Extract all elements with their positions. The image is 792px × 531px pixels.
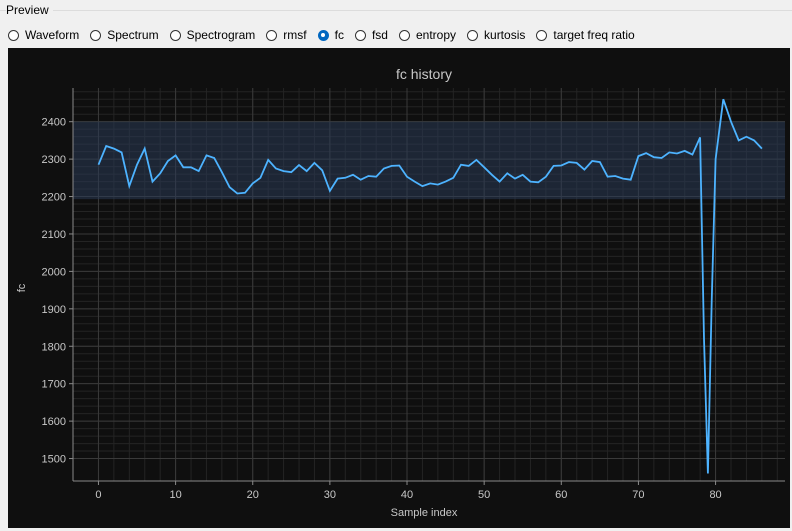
y-tick-label: 1700 [42, 379, 66, 391]
radio-kurtosis[interactable]: kurtosis [467, 28, 525, 42]
view-selector: Waveform Spectrum Spectrogram rmsf fc fsd entr… [8, 26, 646, 44]
radio-label: target freq ratio [553, 28, 635, 42]
y-tick-label: 1800 [42, 341, 66, 353]
x-tick-label: 30 [324, 489, 336, 501]
plot-background [8, 48, 790, 528]
radio-label: kurtosis [484, 28, 526, 42]
radio-entropy[interactable]: entropy [398, 28, 457, 42]
x-tick-label: 10 [169, 489, 181, 501]
radio-label: Spectrogram [186, 28, 256, 42]
radio-indicator [169, 29, 181, 41]
x-tick-label: 70 [632, 489, 644, 501]
radio-indicator [266, 29, 278, 41]
radio-label: Spectrum [107, 28, 159, 42]
radio-waveform[interactable]: Waveform [8, 28, 79, 42]
x-axis-label: Sample index [391, 507, 458, 519]
radio-spectrum[interactable]: Spectrum [90, 28, 159, 42]
radio-indicator [398, 29, 410, 41]
preview-group-line [0, 10, 792, 11]
fc-history-chart: fc history 0 10 20 30 40 50 60 70 80 1500 1600 1700… [8, 48, 790, 528]
radio-indicator [90, 29, 102, 41]
x-tick-label: 0 [95, 489, 101, 501]
y-tick-label: 2100 [42, 229, 66, 241]
radio-fsd[interactable]: fsd [354, 28, 388, 42]
radio-spectrogram[interactable]: Spectrogram [169, 28, 256, 42]
radio-indicator [467, 29, 479, 41]
radio-indicator [354, 29, 366, 41]
radio-fc[interactable]: fc [317, 28, 344, 42]
radio-indicator [536, 29, 548, 41]
radio-label: entropy [415, 28, 457, 42]
radio-rmsf[interactable]: rmsf [266, 28, 307, 42]
x-tick-label: 60 [555, 489, 567, 501]
radio-label: fsd [371, 28, 388, 42]
y-tick-label: 1900 [42, 304, 66, 316]
radio-indicator [317, 29, 329, 41]
y-tick-label: 2000 [42, 266, 66, 278]
x-tick-label: 50 [478, 489, 490, 501]
y-tick-label: 2400 [42, 117, 66, 129]
radio-label: Waveform [25, 28, 80, 42]
chart-title: fc history [396, 66, 452, 82]
y-tick-label: 2200 [42, 192, 66, 204]
preview-group-title: Preview [6, 3, 53, 17]
y-tick-label: 1600 [42, 416, 66, 428]
radio-target-freq-ratio[interactable]: target freq ratio [536, 28, 635, 42]
x-tick-label: 40 [401, 489, 413, 501]
x-tick-label: 20 [247, 489, 259, 501]
x-tick-label: 80 [709, 489, 721, 501]
y-tick-label: 1500 [42, 454, 66, 466]
y-axis-label: fc [16, 283, 28, 292]
radio-label: rmsf [283, 28, 307, 42]
radio-label: fc [334, 28, 344, 42]
y-tick-label: 2300 [42, 154, 66, 166]
plot-area: fc history 0 10 20 30 40 50 60 70 80 1500 1600 1700… [8, 48, 790, 528]
radio-indicator [8, 29, 19, 41]
